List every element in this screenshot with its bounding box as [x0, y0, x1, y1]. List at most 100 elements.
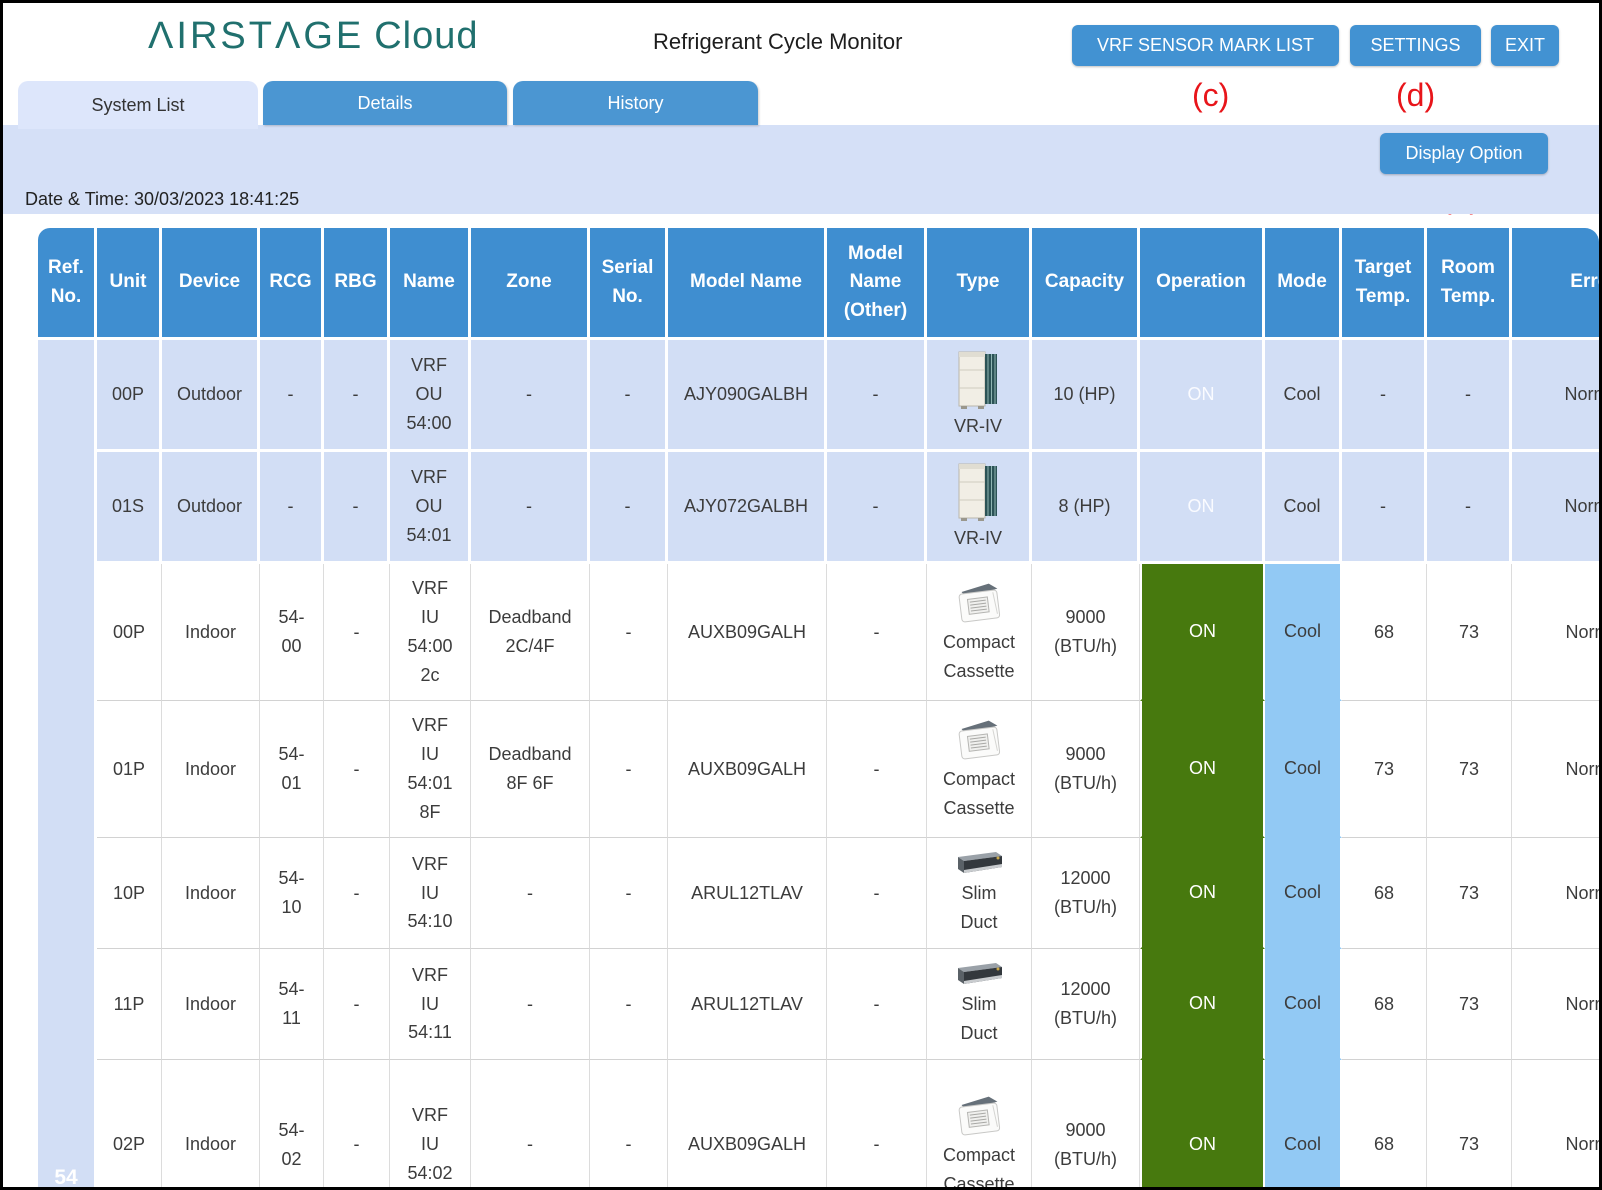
cell-operation: ON: [1140, 1060, 1265, 1187]
exit-button[interactable]: EXIT: [1491, 25, 1559, 66]
cell-operation: ON: [1140, 564, 1265, 701]
cell-target: 68: [1342, 1060, 1427, 1187]
cell-rcg: 54- 10: [260, 838, 324, 949]
cell-zone: Deadband 8F 6F: [471, 701, 590, 838]
table-row[interactable]: 01SOutdoor--VRF OU 54:01--AJY072GALBH-VR…: [38, 452, 1599, 564]
cell-target: 68: [1342, 838, 1427, 949]
tab-system-list[interactable]: System List: [18, 81, 258, 129]
cell-unit: 00P: [97, 564, 162, 701]
cell-device: Indoor: [162, 564, 260, 701]
cell-error: Normal: [1512, 1060, 1599, 1187]
cell-error: Normal: [1512, 452, 1599, 564]
cell-rbg: -: [324, 701, 390, 838]
cell-zone: -: [471, 340, 590, 452]
slim-duct-icon: [950, 960, 1008, 990]
cell-unit: 02P: [97, 1060, 162, 1187]
cell-zone: Deadband 2C/4F: [471, 564, 590, 701]
col-name: Name: [390, 228, 471, 340]
cell-serial: -: [590, 340, 668, 452]
cell-serial: -: [590, 838, 668, 949]
cell-rcg: 54- 11: [260, 949, 324, 1060]
table-header-row: Ref. No. Unit Device RCG RBG Name Zone S…: [38, 228, 1599, 340]
cell-capacity: 12000 (BTU/h): [1032, 949, 1140, 1060]
airstage-cloud-logo: ΛIRSTΛGECloud: [148, 15, 479, 58]
cell-name: VRF OU 54:01: [390, 452, 471, 564]
col-zone: Zone: [471, 228, 590, 340]
cell-capacity: 8 (HP): [1032, 452, 1140, 564]
cell-operation: ON: [1140, 949, 1265, 1060]
cell-device: Outdoor: [162, 340, 260, 452]
cell-error: Normal: [1512, 838, 1599, 949]
type-label: Slim Duct: [927, 990, 1031, 1048]
cell-target: 68: [1342, 949, 1427, 1060]
cell-model: AJY090GALBH: [668, 340, 827, 452]
table-row[interactable]: 10PIndoor54- 10-VRF IU 54:10--ARUL12TLAV…: [38, 838, 1599, 949]
cell-room: 73: [1427, 1060, 1512, 1187]
cell-rbg: -: [324, 564, 390, 701]
slim-duct-icon: [950, 849, 1008, 879]
cell-type: Slim Duct: [927, 838, 1032, 949]
col-type: Type: [927, 228, 1032, 340]
cell-name: VRF IU 54:11: [390, 949, 471, 1060]
cell-error: Normal: [1512, 340, 1599, 452]
cell-operation: ON: [1140, 340, 1265, 452]
cell-unit: 01S: [97, 452, 162, 564]
cell-zone: -: [471, 452, 590, 564]
outdoor-unit-icon: [955, 460, 1001, 524]
table-row[interactable]: 00PIndoor54- 00-VRF IU 54:00 2cDeadband …: [38, 564, 1599, 701]
cell-operation: ON: [1140, 701, 1265, 838]
compact-cassette-icon: [953, 578, 1005, 628]
cell-name: VRF IU 54:00 2c: [390, 564, 471, 701]
cell-model: AJY072GALBH: [668, 452, 827, 564]
col-model-name: Model Name: [668, 228, 827, 340]
table-row[interactable]: 01PIndoor54- 01-VRF IU 54:01 8FDeadband …: [38, 701, 1599, 838]
cell-name: VRF IU 54:01 8F: [390, 701, 471, 838]
table-row[interactable]: 02PIndoor54- 02-VRF IU 54:02--AUXB09GALH…: [38, 1060, 1599, 1187]
cell-zone: -: [471, 838, 590, 949]
type-label: Compact Cassette: [927, 765, 1031, 823]
table-row[interactable]: 11PIndoor54- 11-VRF IU 54:11--ARUL12TLAV…: [38, 949, 1599, 1060]
cell-device: Indoor: [162, 949, 260, 1060]
cell-error: Normal: [1512, 701, 1599, 838]
cell-room: 73: [1427, 701, 1512, 838]
col-ref-no: Ref. No.: [38, 228, 97, 340]
cell-serial: -: [590, 452, 668, 564]
compact-cassette-icon: [953, 715, 1005, 765]
cell-type: Compact Cassette: [927, 564, 1032, 701]
tab-history[interactable]: History: [513, 81, 758, 125]
col-capacity: Capacity: [1032, 228, 1140, 340]
cell-name: VRF IU 54:02: [390, 1060, 471, 1187]
cell-target: 68: [1342, 564, 1427, 701]
cell-serial: -: [590, 949, 668, 1060]
vrf-sensor-mark-list-button[interactable]: VRF SENSOR MARK LIST: [1072, 25, 1339, 66]
cell-room: 73: [1427, 564, 1512, 701]
cell-mode: Cool: [1265, 340, 1342, 452]
display-option-button[interactable]: Display Option: [1380, 133, 1548, 174]
col-serial-no: Serial No.: [590, 228, 668, 340]
cell-model-other: -: [827, 838, 927, 949]
col-operation: Operation: [1140, 228, 1265, 340]
cell-rcg: 54- 00: [260, 564, 324, 701]
cell-model: AUXB09GALH: [668, 701, 827, 838]
cell-device: Indoor: [162, 838, 260, 949]
cell-mode: Cool: [1265, 452, 1342, 564]
cell-type: VR-IV: [927, 452, 1032, 564]
col-unit: Unit: [97, 228, 162, 340]
cell-serial: -: [590, 1060, 668, 1187]
cell-room: -: [1427, 452, 1512, 564]
cell-error: Normal: [1512, 564, 1599, 701]
cell-error: Normal: [1512, 949, 1599, 1060]
type-label: Slim Duct: [927, 879, 1031, 937]
cell-model: AUXB09GALH: [668, 1060, 827, 1187]
cell-zone: -: [471, 1060, 590, 1187]
table-row[interactable]: 5400POutdoor--VRF OU 54:00--AJY090GALBH-…: [38, 340, 1599, 452]
cell-mode: Cool: [1265, 1060, 1342, 1187]
cell-mode: Cool: [1265, 949, 1342, 1060]
cell-rcg: 54- 02: [260, 1060, 324, 1187]
cell-model-other: -: [827, 452, 927, 564]
cell-room: -: [1427, 340, 1512, 452]
settings-button[interactable]: SETTINGS: [1350, 25, 1481, 66]
refrigerant-cycle-monitor-window: ΛIRSTΛGECloud Refrigerant Cycle Monitor …: [0, 0, 1602, 1190]
tab-details[interactable]: Details: [263, 81, 507, 125]
cell-mode: Cool: [1265, 838, 1342, 949]
